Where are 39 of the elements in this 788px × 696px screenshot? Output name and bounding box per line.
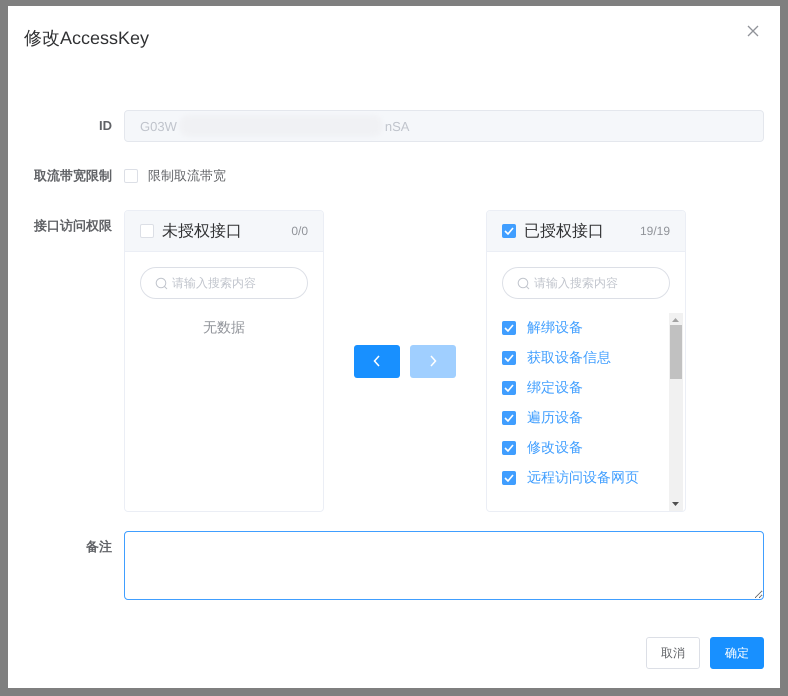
checkbox[interactable] xyxy=(502,321,516,335)
chevron-right-icon xyxy=(429,355,437,367)
search-icon xyxy=(517,276,530,290)
field-label: ID xyxy=(98,117,112,135)
empty-text: 无数据 xyxy=(202,319,246,337)
list-item[interactable]: 远程访问设备网页 xyxy=(527,469,639,487)
list-item[interactable]: 修改设备 xyxy=(527,439,583,457)
scrollbar[interactable] xyxy=(669,313,683,511)
close-icon[interactable] xyxy=(746,24,760,38)
list-item[interactable]: 获取设备信息 xyxy=(527,349,611,367)
list-item[interactable]: 遍历设备 xyxy=(527,409,583,427)
checkbox[interactable] xyxy=(502,381,516,395)
checkbox[interactable] xyxy=(502,471,516,485)
transfer-button[interactable] xyxy=(354,344,400,378)
checkbox-label: 限制取流带宽 xyxy=(148,167,226,185)
scroll-down-icon[interactable] xyxy=(672,501,680,507)
scroll-up-icon[interactable] xyxy=(672,317,680,323)
search-field[interactable]: 请输入搜索内容 xyxy=(502,267,670,299)
item-count: 19/19 xyxy=(640,224,670,238)
dialog-title: 修改AccessKey xyxy=(24,27,150,50)
panel-title: 已授权接口 xyxy=(524,222,605,242)
list-item[interactable]: 绑定设备 xyxy=(527,379,583,397)
field-label: 取流带宽限制 xyxy=(32,167,112,185)
checkbox[interactable] xyxy=(502,441,516,455)
field-label: 备注 xyxy=(84,538,112,556)
item-count: 0/0 xyxy=(291,224,308,238)
checkbox[interactable] xyxy=(502,224,516,238)
cancel-button[interactable]: 取消 xyxy=(646,637,700,669)
remark-field[interactable] xyxy=(124,531,764,600)
checkbox[interactable] xyxy=(502,411,516,425)
search-icon xyxy=(155,276,168,290)
checkbox[interactable] xyxy=(502,351,516,365)
panel-title: 未授权接口 xyxy=(162,222,243,242)
confirm-button[interactable]: 确定 xyxy=(710,637,764,669)
chevron-left-icon xyxy=(373,355,381,367)
list-item[interactable]: 解绑设备 xyxy=(527,319,583,337)
field-label: 接口访问权限 xyxy=(32,217,112,235)
search-field[interactable]: 请输入搜索内容 xyxy=(140,267,308,299)
scrollbar-thumb[interactable] xyxy=(670,325,682,379)
